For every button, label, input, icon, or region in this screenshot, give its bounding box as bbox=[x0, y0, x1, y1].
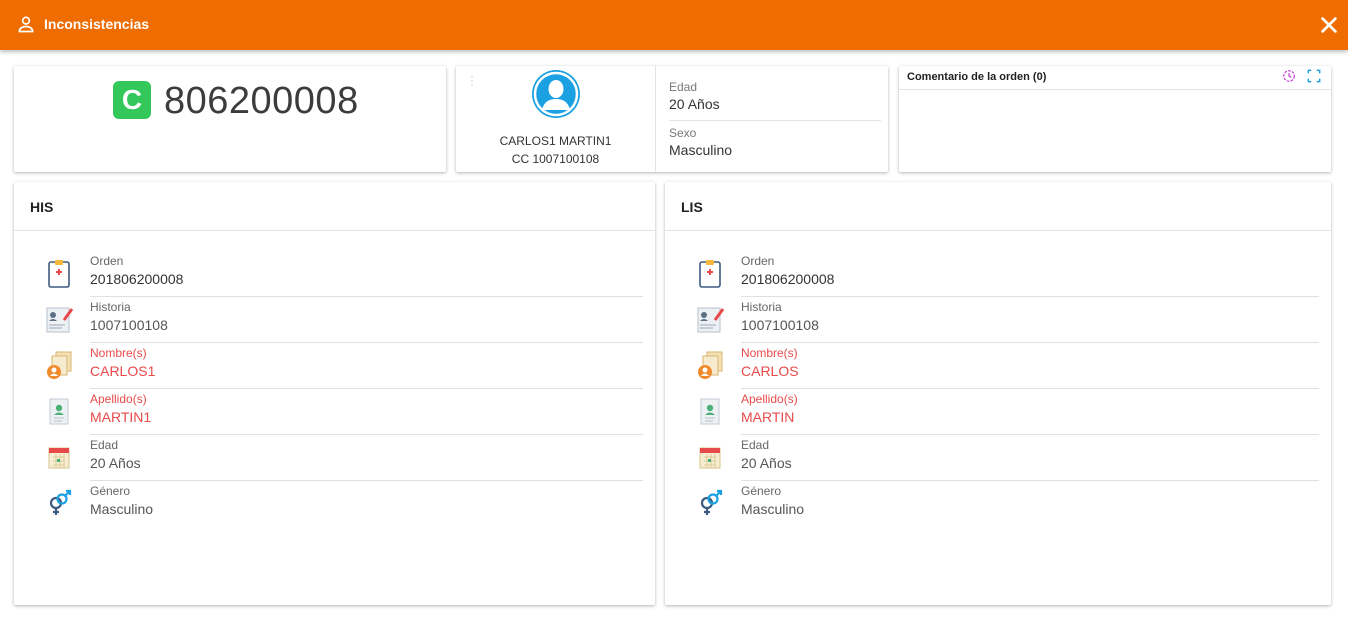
his-row-value: CARLOS1 bbox=[90, 363, 156, 379]
calendar-icon bbox=[695, 442, 725, 472]
lis-row: Nombre(s) CARLOS bbox=[665, 346, 1331, 392]
his-row-value: 20 Años bbox=[90, 455, 141, 471]
lis-row-label: Historia bbox=[741, 300, 782, 314]
header-title-wrap: Inconsistencias bbox=[16, 14, 149, 34]
lis-row-label: Edad bbox=[741, 438, 770, 452]
lis-row-divider bbox=[741, 388, 1319, 389]
lis-row: Historia 1007100108 bbox=[665, 300, 1331, 346]
id-card-icon bbox=[44, 396, 74, 426]
lis-row-label: Nombre(s) bbox=[741, 346, 798, 360]
lis-row-value: 20 Años bbox=[741, 455, 792, 471]
patient-info-divider bbox=[669, 120, 881, 121]
comment-title: Comentario de la orden (0) bbox=[907, 71, 1047, 83]
his-row-value: MARTIN1 bbox=[90, 409, 152, 425]
lis-row: Apellido(s) MARTIN bbox=[665, 392, 1331, 438]
age-value: 20 Años bbox=[669, 96, 720, 112]
medical-record-icon bbox=[44, 304, 74, 334]
lis-row-value: Masculino bbox=[741, 501, 805, 517]
lis-row: Género Masculino bbox=[665, 484, 1331, 530]
his-row-value: 1007100108 bbox=[90, 317, 168, 333]
his-row: Orden 201806200008 bbox=[14, 254, 655, 300]
his-row-value: Masculino bbox=[90, 501, 154, 517]
id-card-icon bbox=[695, 396, 725, 426]
lis-panel: LIS Orden 201806200008 Historia 1007100108 N… bbox=[665, 182, 1331, 605]
his-row-label: Apellido(s) bbox=[90, 392, 147, 406]
patient-card: · · · CARLOS1 MARTIN1 CC 1007100108 Edad 2… bbox=[456, 66, 888, 172]
dialog-header: Inconsistencias bbox=[0, 0, 1348, 50]
medical-record-icon bbox=[695, 304, 725, 334]
patient-name: CARLOS1 MARTIN1 bbox=[499, 134, 612, 148]
lis-row-divider bbox=[741, 480, 1319, 481]
lis-row-label: Apellido(s) bbox=[741, 392, 798, 406]
lis-title: LIS bbox=[681, 199, 703, 215]
his-row: Historia 1007100108 bbox=[14, 300, 655, 346]
lis-row-divider bbox=[741, 296, 1319, 297]
his-row-divider bbox=[90, 480, 643, 481]
order-status-badge: C bbox=[113, 81, 151, 119]
age-label: Edad bbox=[669, 80, 698, 94]
sex-label: Sexo bbox=[669, 126, 697, 140]
clipboard-icon bbox=[44, 258, 74, 288]
lis-row: Orden 201806200008 bbox=[665, 254, 1331, 300]
avatar-person-icon bbox=[533, 71, 579, 117]
lis-row-value: 1007100108 bbox=[741, 317, 819, 333]
his-row-label: Orden bbox=[90, 254, 124, 268]
sex-value: Masculino bbox=[669, 142, 733, 158]
gender-icon bbox=[695, 488, 725, 518]
order-card: C 806200008 bbox=[14, 66, 446, 172]
lis-row: Edad 20 Años bbox=[665, 438, 1331, 484]
patient-document: CC 1007100108 bbox=[511, 152, 600, 166]
avatar bbox=[532, 70, 580, 118]
gender-icon bbox=[44, 488, 74, 518]
his-row-divider bbox=[90, 342, 643, 343]
his-row: Apellido(s) MARTIN1 bbox=[14, 392, 655, 438]
his-row-label: Historia bbox=[90, 300, 131, 314]
calendar-icon bbox=[44, 442, 74, 472]
lis-row-value: MARTIN bbox=[741, 409, 795, 425]
lis-row-divider bbox=[741, 342, 1319, 343]
order-number: 806200008 bbox=[164, 80, 359, 122]
his-header-divider bbox=[14, 230, 655, 231]
his-row: Nombre(s) CARLOS1 bbox=[14, 346, 655, 392]
his-row-label: Nombre(s) bbox=[90, 346, 147, 360]
lis-row-divider bbox=[741, 434, 1319, 435]
patient-divider bbox=[655, 66, 656, 172]
fullscreen-icon[interactable] bbox=[1307, 69, 1321, 83]
person-documents-icon bbox=[695, 350, 725, 380]
his-title: HIS bbox=[30, 199, 54, 215]
his-row-label: Género bbox=[90, 484, 131, 498]
lis-row-value: 201806200008 bbox=[741, 271, 835, 287]
lis-row-value: CARLOS bbox=[741, 363, 799, 379]
his-row-divider bbox=[90, 388, 643, 389]
his-row: Género Masculino bbox=[14, 484, 655, 530]
his-row-divider bbox=[90, 296, 643, 297]
his-panel: HIS Orden 201806200008 Historia 1007100108 N… bbox=[14, 182, 655, 605]
dialog-title: Inconsistencias bbox=[44, 16, 150, 32]
person-documents-icon bbox=[44, 350, 74, 380]
lis-row-label: Género bbox=[741, 484, 782, 498]
his-row-value: 201806200008 bbox=[90, 271, 184, 287]
lis-row-label: Orden bbox=[741, 254, 775, 268]
more-options-icon[interactable]: · · · bbox=[470, 70, 474, 90]
user-icon bbox=[18, 16, 34, 33]
clipboard-icon bbox=[695, 258, 725, 288]
his-row-divider bbox=[90, 434, 643, 435]
history-icon[interactable] bbox=[1282, 69, 1296, 83]
his-row-label: Edad bbox=[90, 438, 119, 452]
comment-header-divider bbox=[899, 89, 1331, 90]
close-icon[interactable] bbox=[1318, 14, 1340, 36]
order-comment-card: Comentario de la orden (0) bbox=[899, 66, 1331, 172]
lis-header-divider bbox=[665, 230, 1331, 231]
his-row: Edad 20 Años bbox=[14, 438, 655, 484]
